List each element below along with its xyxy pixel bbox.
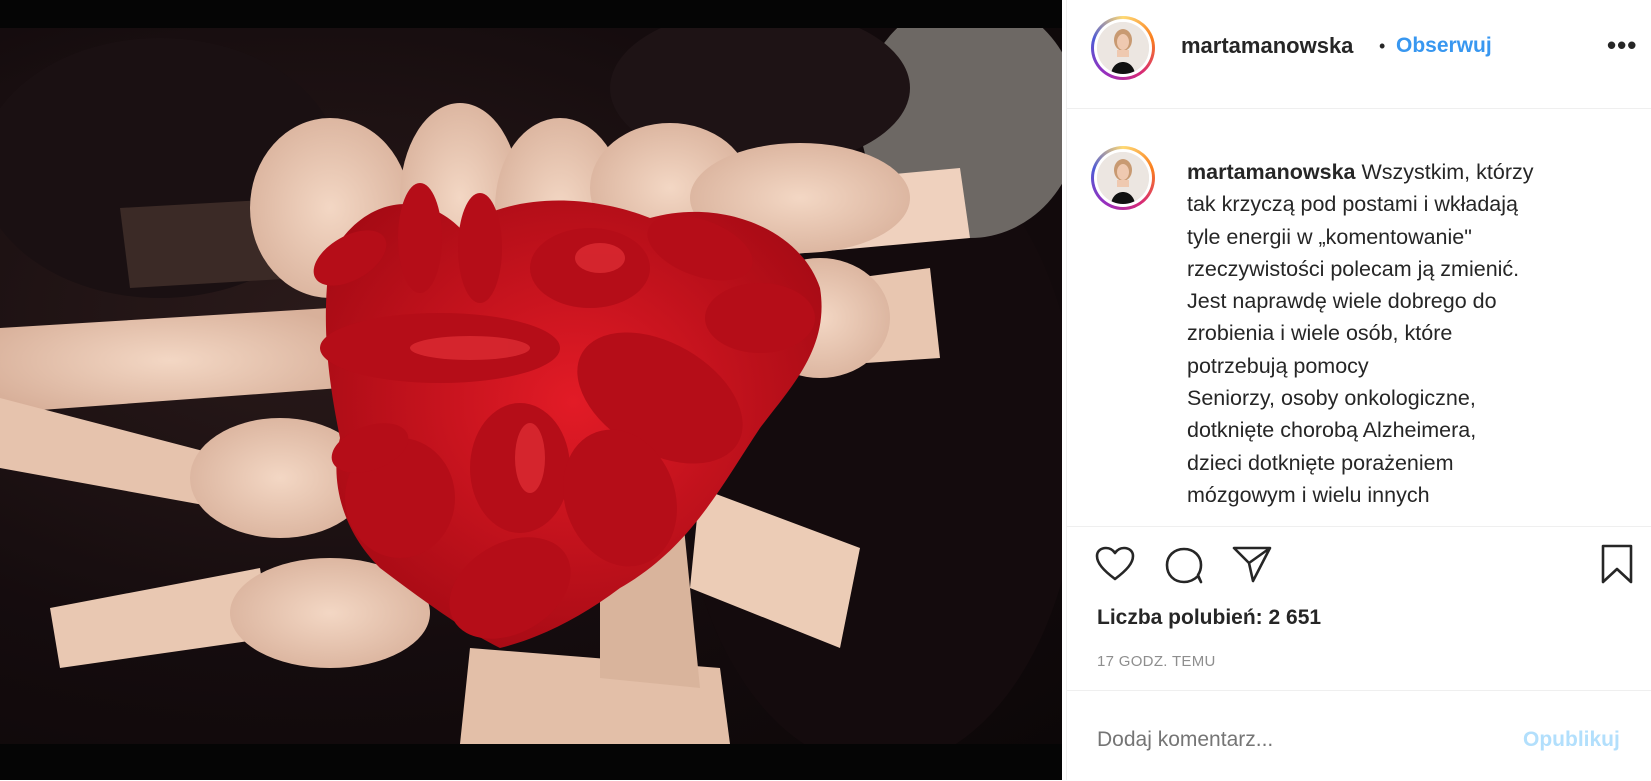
caption-line: mózgowym i wielu innych <box>1187 482 1430 507</box>
caption-username[interactable]: martamanowska <box>1187 160 1356 184</box>
caption-line: rzeczywistości polecam ją zmienić. <box>1187 256 1520 281</box>
caption-line: Seniorzy, osoby onkologiczne, <box>1187 386 1476 411</box>
comment-input[interactable] <box>1097 728 1477 752</box>
caption-line: Jest naprawdę wiele dobrego do <box>1187 289 1497 314</box>
avatar[interactable] <box>1091 16 1155 80</box>
caption-line: tyle energii w „komentowanie" <box>1187 224 1472 249</box>
post-media <box>0 0 1062 780</box>
likes-count[interactable]: Liczba polubień: 2 651 <box>1097 606 1321 630</box>
post-side-panel: martamanowska • Obserwuj ••• martamanows… <box>1066 0 1651 780</box>
caption-text: martamanowska Wszystkim, którzy tak krzy… <box>1187 156 1627 511</box>
caption-line: Wszystkim, którzy <box>1361 160 1534 184</box>
post-header: martamanowska • Obserwuj ••• <box>1067 0 1651 109</box>
separator-dot: • <box>1379 36 1386 56</box>
caption-line: dzieci dotknięte porażeniem <box>1187 450 1454 475</box>
caption-avatar[interactable] <box>1091 146 1155 210</box>
caption-line: potrzebują pomocy <box>1187 353 1369 378</box>
post-photo[interactable] <box>0 28 1062 744</box>
bookmark-icon[interactable] <box>1599 543 1635 590</box>
publish-button[interactable]: Opublikuj <box>1523 728 1620 752</box>
header-username[interactable]: martamanowska <box>1181 33 1353 59</box>
caption-line: tak krzyczą pod postami i wkładają <box>1187 192 1519 217</box>
more-options-icon[interactable]: ••• <box>1607 30 1637 61</box>
heart-icon[interactable] <box>1095 546 1135 587</box>
follow-button[interactable]: Obserwuj <box>1396 34 1492 58</box>
avatar-photo <box>1097 152 1149 204</box>
caption-line: dotknięte chorobą Alzheimera, <box>1187 418 1477 443</box>
post-timestamp[interactable]: 17 GODZ. TEMU <box>1097 653 1216 670</box>
photo-illustration <box>0 28 1062 744</box>
paper-plane-icon[interactable] <box>1231 545 1273 588</box>
caption-section: martamanowska Wszystkim, którzy tak krzy… <box>1067 108 1651 526</box>
avatar-photo <box>1097 22 1149 74</box>
speech-bubble-icon[interactable] <box>1164 546 1204 589</box>
caption-line: zrobienia i wiele osób, które <box>1187 321 1453 346</box>
